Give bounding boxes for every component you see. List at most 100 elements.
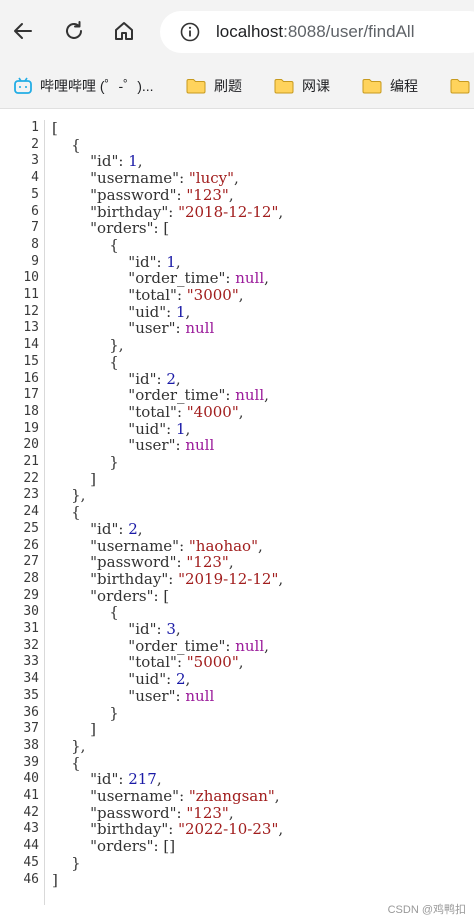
bookmark-folder-overflow[interactable] xyxy=(450,72,474,100)
json-null: null xyxy=(185,319,215,338)
json-punctuation: , xyxy=(257,536,263,555)
line-number: 38 xyxy=(23,737,39,753)
line-number: 23 xyxy=(23,487,39,503)
json-punctuation xyxy=(52,269,128,287)
json-punctuation: : [ xyxy=(153,586,170,605)
json-punctuation xyxy=(52,169,90,187)
address-bar[interactable]: localhost:8088/user/findAll xyxy=(160,11,474,53)
json-punctuation xyxy=(52,370,128,388)
line-number: 42 xyxy=(23,804,39,820)
json-line: "id": 1, xyxy=(52,152,142,171)
json-punctuation: { xyxy=(52,603,119,622)
reload-button[interactable] xyxy=(57,14,91,48)
line-number: 46 xyxy=(23,871,39,887)
line-number: 16 xyxy=(23,370,39,386)
json-line: "uid": 1, xyxy=(52,419,190,438)
json-line: "user": null xyxy=(52,687,214,705)
json-line: }, xyxy=(52,336,124,355)
json-punctuation: , xyxy=(278,202,284,221)
json-line: "birthday": "2019-12-12", xyxy=(52,571,283,588)
url-text[interactable]: localhost:8088/user/findAll xyxy=(216,22,414,42)
json-line: "uid": 1, xyxy=(52,302,191,321)
json-punctuation xyxy=(52,553,90,571)
json-key: "uid" xyxy=(128,302,167,321)
back-button[interactable] xyxy=(6,14,40,48)
line-number: 33 xyxy=(23,654,39,670)
json-line: } xyxy=(52,854,81,872)
json-null: null xyxy=(235,269,265,288)
json-line: "id": 3, xyxy=(52,620,181,638)
bookmark-folder-biancheng[interactable]: 编程 xyxy=(362,72,418,100)
json-punctuation: ] xyxy=(52,870,58,889)
folder-icon xyxy=(186,78,206,94)
json-string: "lucy" xyxy=(188,169,235,188)
json-key: "id" xyxy=(128,620,157,638)
json-punctuation: : xyxy=(176,653,187,672)
json-punctuation xyxy=(52,253,128,271)
line-number: 40 xyxy=(23,771,39,787)
json-line: "password": "123", xyxy=(52,804,233,822)
url-path: :8088/user/findAll xyxy=(283,22,415,41)
json-line: "id": 1, xyxy=(52,253,180,271)
line-number: 15 xyxy=(23,353,39,369)
json-punctuation: : xyxy=(118,519,129,538)
json-number: 1 xyxy=(175,302,186,321)
line-number: 44 xyxy=(23,838,39,854)
json-punctuation: , xyxy=(185,302,191,321)
json-punctuation xyxy=(52,403,128,421)
json-number: 1 xyxy=(175,419,186,438)
json-punctuation: , xyxy=(156,770,162,789)
json-key: "uid" xyxy=(128,670,167,689)
json-key: "orders" xyxy=(90,219,154,238)
json-string: "123" xyxy=(186,553,229,572)
json-line: "total": "5000", xyxy=(52,653,243,672)
json-line: [ xyxy=(52,120,58,137)
line-number: 3 xyxy=(31,153,39,169)
line-number: 24 xyxy=(23,504,39,520)
json-punctuation: : xyxy=(156,620,167,638)
json-punctuation: , xyxy=(278,820,284,839)
json-key: "order_time" xyxy=(128,386,226,405)
json-punctuation: { xyxy=(52,135,81,154)
json-punctuation xyxy=(52,537,90,555)
json-line: { xyxy=(52,135,81,154)
json-null: null xyxy=(235,636,265,655)
line-number: 45 xyxy=(23,854,39,870)
json-punctuation xyxy=(52,637,128,655)
json-punctuation xyxy=(52,587,90,605)
home-button[interactable] xyxy=(107,14,141,48)
url-host: localhost xyxy=(216,22,284,41)
json-punctuation: : xyxy=(225,386,236,405)
folder-icon xyxy=(450,78,470,94)
line-number: 28 xyxy=(23,570,39,586)
json-punctuation: , xyxy=(274,787,280,805)
json-line: { xyxy=(52,237,119,254)
json-line: "id": 217, xyxy=(52,770,162,789)
bookmark-folder-shuati[interactable]: 刷题 xyxy=(186,72,242,100)
json-punctuation: , xyxy=(175,620,181,638)
json-punctuation xyxy=(52,770,90,788)
json-key: "password" xyxy=(90,185,177,204)
json-punctuation xyxy=(52,203,90,221)
json-punctuation: , xyxy=(264,269,269,288)
site-info-icon[interactable] xyxy=(180,22,200,42)
json-punctuation: , xyxy=(137,519,143,538)
json-line: "id": 2, xyxy=(52,369,180,388)
line-number: 1 xyxy=(31,120,39,135)
json-key: "total" xyxy=(128,286,177,304)
json-line: "password": "123", xyxy=(52,185,233,204)
bookmark-folder-wangke[interactable]: 网课 xyxy=(274,72,330,100)
json-key: "id" xyxy=(128,369,157,388)
json-line: "user": null xyxy=(52,320,214,337)
line-number: 20 xyxy=(23,437,39,453)
json-key: "order_time" xyxy=(128,636,226,655)
json-key: "username" xyxy=(90,169,180,188)
json-punctuation xyxy=(52,319,128,337)
json-punctuation: : xyxy=(118,152,129,171)
bookmark-bilibili[interactable]: 哔哩哔哩 (゜-゜)... xyxy=(14,72,154,100)
json-punctuation: }, xyxy=(52,336,124,355)
browser-toolbar: localhost:8088/user/findAll xyxy=(0,0,474,64)
json-punctuation xyxy=(52,520,90,538)
line-number: 13 xyxy=(23,320,39,336)
json-punctuation xyxy=(52,620,128,638)
